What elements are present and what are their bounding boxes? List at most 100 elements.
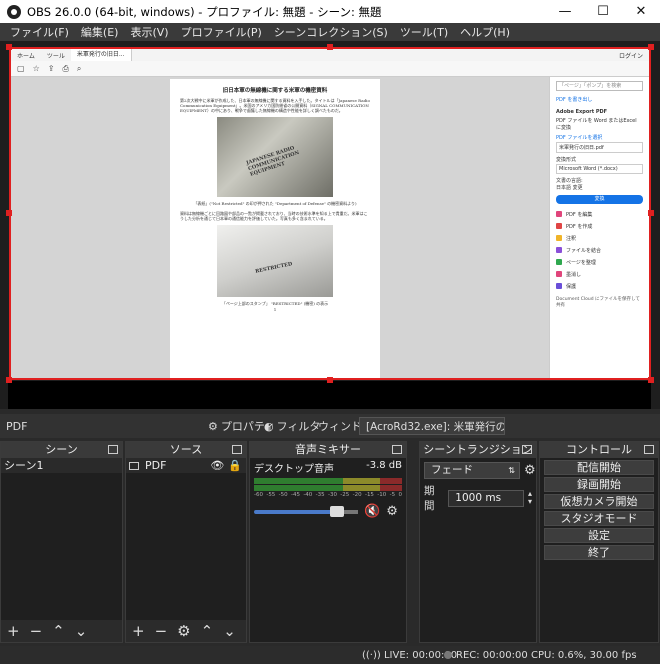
maximize-button[interactable]: ☐ [584,0,622,23]
gear-icon[interactable]: ⚙ [386,504,398,519]
meter-ticks: -60 -55 -50 -45 -40 -35 -30 -25 -20 -15 -10 -5 0 [254,492,402,498]
bookmark-star-icon: ☆ [32,64,40,73]
pdf-page: 旧日本軍の無線機に関する米軍の機密資料 第2次大戦中に米軍が作成した、日本軍の無… [170,79,380,378]
tool-redact: 墨消し [556,268,643,280]
acrobat-tab-bar: ホーム ツール 米軍発行の旧日... ログイン [11,49,649,61]
acrobat-tab-tools: ツール [46,52,65,60]
menu-file[interactable]: ファイル(F) [4,24,75,40]
duration-label: 期間 [424,485,435,512]
source-toolbar: PDF ⚙ プロパティ ◐ フィルタ ウィンドウ [AcroRd32.exe]: 米… [0,414,660,438]
captured-window[interactable]: ホーム ツール 米軍発行の旧日... ログイン ▢ ☆ ⇪ ⎙ ⌕ 旧日本軍の無… [11,49,649,378]
scenes-header: シーン [1,442,122,458]
search-icon: ⌕ [76,63,82,73]
tool-organize: ページを整理 [556,256,643,268]
lang-label: 文書の言語: [556,178,583,184]
resize-handle[interactable] [6,377,12,383]
volume-slider[interactable] [254,505,358,517]
dock-float-icon[interactable] [522,445,532,454]
tool-edit-pdf: PDF を編集 [556,208,643,220]
save-icon: ▢ [17,64,25,73]
acrobat-document-area: 旧日本軍の無線機に関する米軍の機密資料 第2次大戦中に米軍が作成した、日本軍の無… [11,77,549,378]
menu-view[interactable]: 表示(V) [124,24,174,40]
muted-speaker-icon[interactable]: 🔇 [364,504,380,519]
cloud-footer: Document Cloud にファイルを保存して共有 [556,297,640,308]
move-down-icon[interactable]: ⌄ [223,622,236,640]
window-source-icon [129,461,139,470]
combine-icon [556,247,562,253]
gear-icon[interactable]: ⚙ [177,622,190,640]
gear-icon[interactable]: ⚙ [524,463,536,478]
duration-input[interactable]: 1000 ms [448,489,524,507]
settings-button[interactable]: 設定 [544,528,654,543]
volume-slider-handle[interactable] [330,505,344,517]
photo-1-text: JAPANESE RADIO COMMUNICATION EQUIPMENT [245,145,301,178]
move-up-icon[interactable]: ⌃ [201,622,214,640]
add-icon[interactable]: + [7,622,20,640]
add-icon[interactable]: + [132,622,145,640]
close-button[interactable]: ✕ [622,0,660,23]
cpu-status: CPU: 0.6%, 30.00 fps [531,649,637,661]
file-value: 米軍発行の旧日.pdf [556,142,643,153]
dock-float-icon[interactable] [644,445,654,454]
resize-handle[interactable] [6,210,12,216]
rec-status: REC: 00:00:00 [444,650,528,661]
resize-handle[interactable] [6,44,12,50]
minimize-button[interactable]: — [546,0,584,23]
convert-label: 変換形式 [556,157,577,163]
resize-handle[interactable] [648,44,654,50]
spin-arrows-icon[interactable]: ▴ ▾ [528,490,532,506]
start-virtual-camera-button[interactable]: 仮想カメラ開始 [544,494,654,509]
menu-profile[interactable]: プロファイル(P) [175,24,268,40]
dock-float-icon[interactable] [232,445,242,454]
filter-icon: ◐ [264,419,274,433]
create-pdf-icon [556,223,562,229]
dock-float-icon[interactable] [108,445,118,454]
edit-pdf-icon [556,211,562,217]
upload-icon: ⇪ [47,64,55,73]
transition-select[interactable]: フェード ⇅ [424,462,520,479]
remove-icon[interactable]: − [155,622,168,640]
selected-source-name: PDF [6,419,28,433]
acrobat-tab-home: ホーム [17,52,35,60]
resize-handle[interactable] [648,210,654,216]
remove-icon[interactable]: − [30,622,43,640]
filters-button[interactable]: ◐ フィルタ [264,418,320,434]
controls-header: コントロール [540,442,658,458]
resize-handle[interactable] [648,377,654,383]
resize-handle[interactable] [327,377,333,383]
doc-caption-1: 「表紙」("Not Restricted" の印が押された "Departmen… [193,201,357,206]
menu-scene-collection[interactable]: シーンコレクション(S) [268,24,394,40]
convert-value: Microsoft Word (*.docx) [556,164,643,174]
menu-tools[interactable]: ツール(T) [394,24,454,40]
dock-float-icon[interactable] [392,445,402,454]
exit-button[interactable]: 終了 [544,545,654,560]
page-number: 1 [273,307,277,312]
photo-2-stamp: RESTRICTED [254,261,293,275]
sources-header: ソース [126,442,246,458]
move-up-icon[interactable]: ⌃ [52,622,65,640]
lock-icon[interactable]: 🔒 [228,458,242,473]
start-streaming-button[interactable]: 配信開始 [544,460,654,475]
record-dot-icon [444,650,452,659]
window-select[interactable]: [AcroRd32.exe]: 米軍発行の旧日目 [359,417,505,435]
sources-dock: ソース PDF 👁 🔒 + − ⚙ ⌃ ⌄ [125,441,247,643]
volume-meter [254,478,402,484]
chevron-updown-icon: ⇅ [508,466,515,475]
scene-item[interactable]: シーン1 [1,458,122,473]
acrobat-toolbar: ▢ ☆ ⇪ ⎙ ⌕ [11,61,649,77]
comment-icon [556,235,562,241]
tool-protect: 保護 [556,280,643,292]
move-down-icon[interactable]: ⌄ [75,622,88,640]
menu-help[interactable]: ヘルプ(H) [454,24,516,40]
preview-canvas-bottom [8,381,651,409]
eye-icon[interactable]: 👁 [210,458,224,473]
start-recording-button[interactable]: 録画開始 [544,477,654,492]
source-item[interactable]: PDF 👁 🔒 [126,458,246,473]
doc-photo-1: JAPANESE RADIO COMMUNICATION EQUIPMENT [217,117,333,197]
resize-handle[interactable] [327,44,333,50]
sources-footer: + − ⚙ ⌃ ⌄ [126,620,246,642]
studio-mode-button[interactable]: スタジオモード [544,511,654,526]
lang-value: 日本語 変更 [556,185,583,191]
menu-edit[interactable]: 編集(E) [75,24,125,40]
convert-button: 変換 [556,195,643,204]
